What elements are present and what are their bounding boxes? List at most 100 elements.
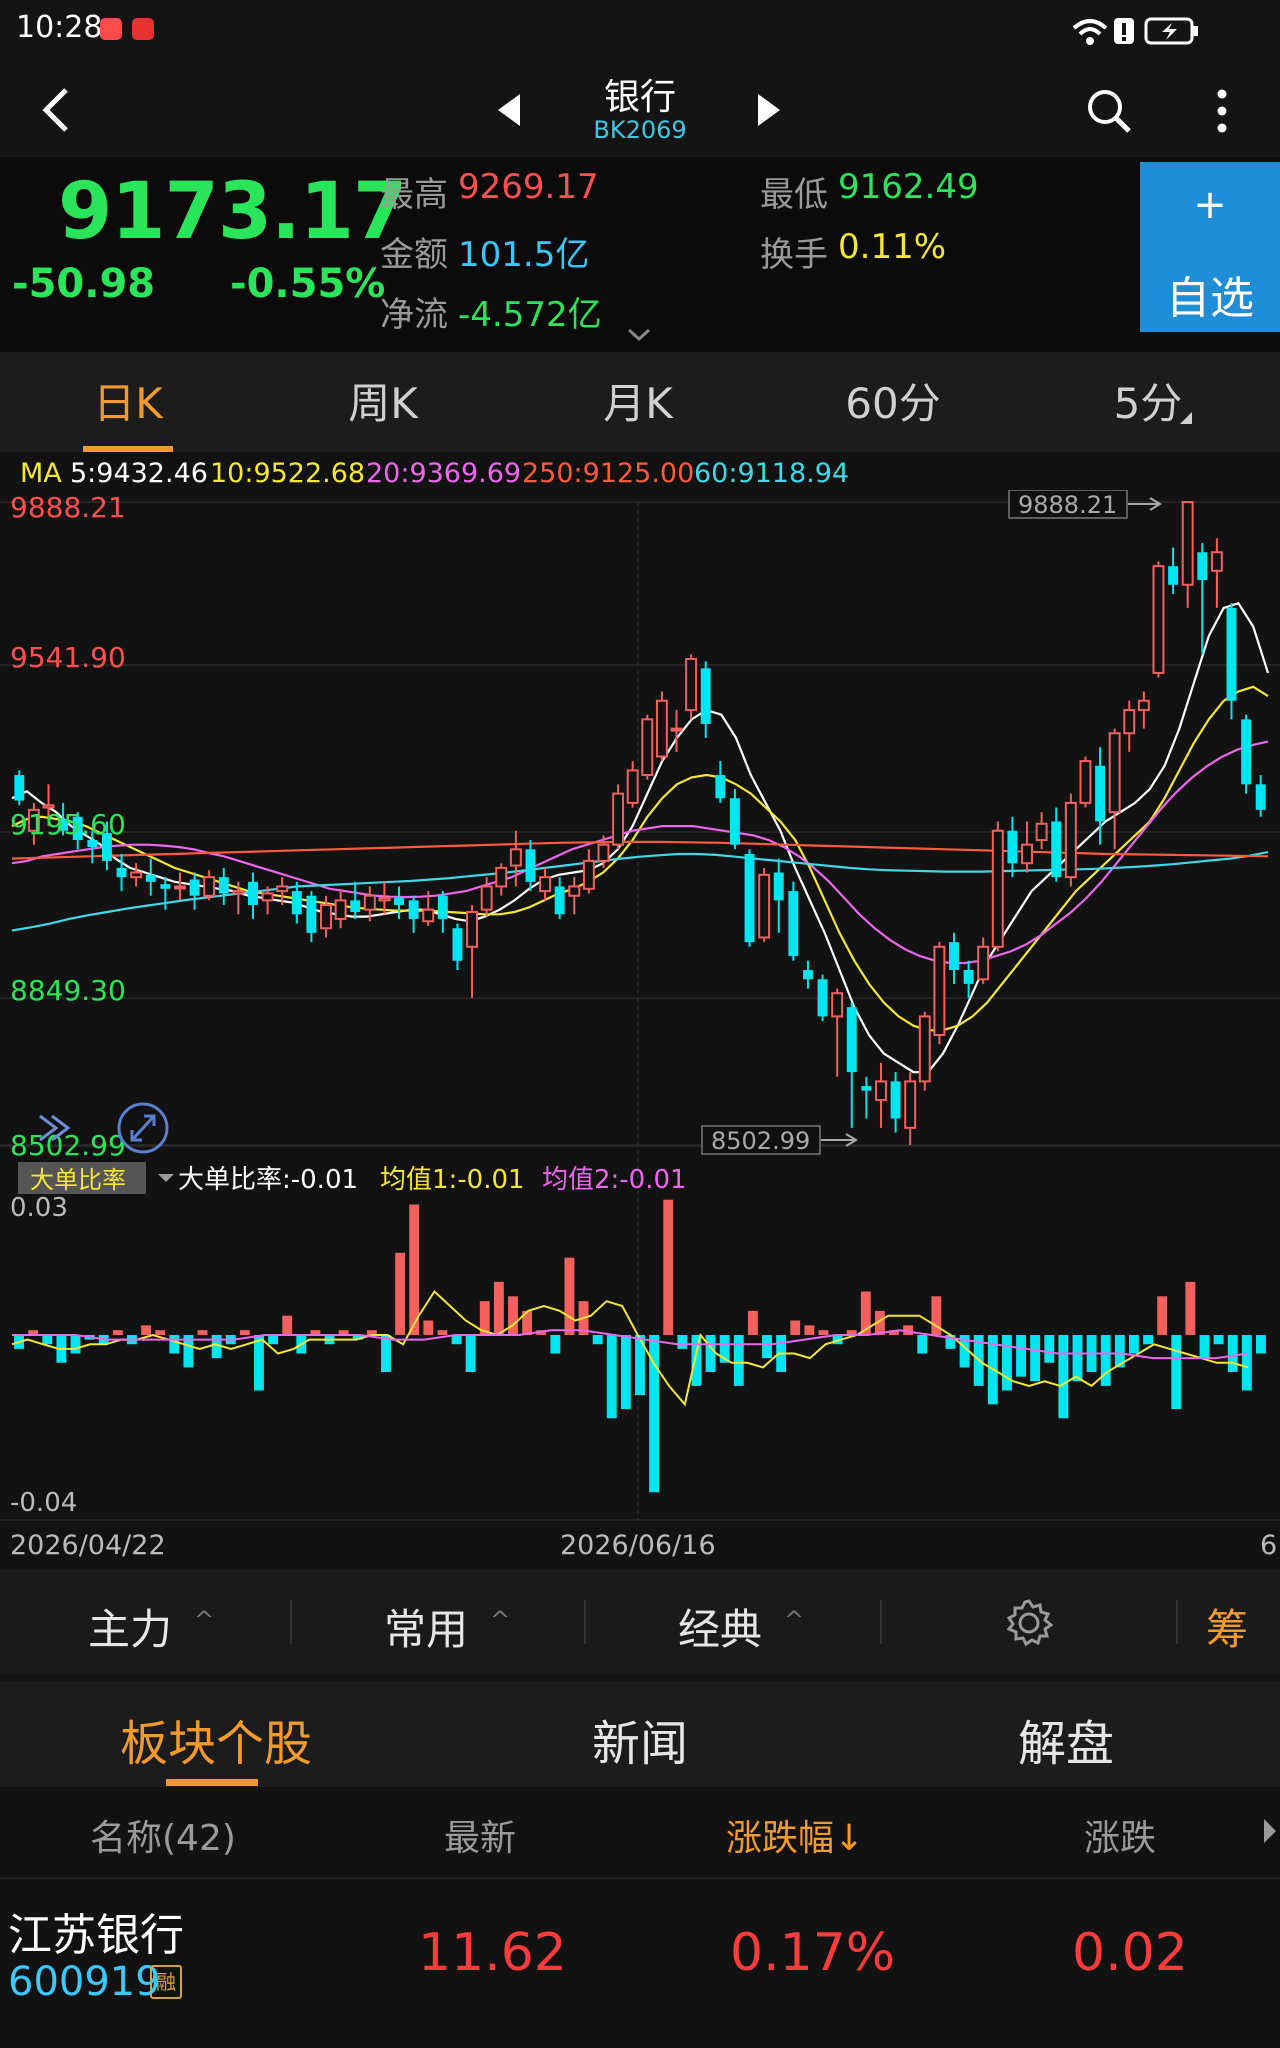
indicator-bar <box>1044 1335 1055 1363</box>
low-marker-arrow-icon <box>821 1133 858 1147</box>
axis-mid-label: 9195.60 <box>10 808 126 841</box>
date-left: 2026/04/22 <box>10 1530 166 1561</box>
col-name[interactable]: 名称(42) <box>90 1809 236 1861</box>
indicator-bar <box>437 1330 448 1335</box>
date-mid: 2026/06/16 <box>560 1530 716 1561</box>
settings-gear-icon[interactable] <box>1004 1598 1054 1648</box>
indicator-bar <box>239 1330 250 1335</box>
indicator-main[interactable]: 主力 <box>88 1596 172 1657</box>
indicator-bars <box>14 1199 1266 1493</box>
table-row[interactable]: 江苏银行 600919 融 11.62 0.17% 0.02 <box>0 1879 1280 2048</box>
divider <box>290 1600 292 1644</box>
indicator-common[interactable]: 常用 <box>384 1596 468 1657</box>
candle-body <box>641 718 654 777</box>
status-time: 10:28 <box>16 10 103 45</box>
tab-5min[interactable]: 5分 <box>1048 370 1248 431</box>
indicator-bar <box>1199 1335 1210 1359</box>
candle-body <box>14 775 25 801</box>
indicator-selector[interactable]: 大单比率 <box>18 1162 174 1194</box>
candle-body <box>918 1015 931 1083</box>
candle-body <box>846 1007 857 1073</box>
chip-distribution-button[interactable]: 筹 <box>1206 1596 1248 1657</box>
candles <box>14 501 1266 1145</box>
ma-legend[interactable]: MA 5:9432.46 10:9522.68 20:9369.69 250:9… <box>0 452 1280 492</box>
candle-body <box>1021 843 1033 865</box>
low-label: 最低 <box>760 175 828 215</box>
candle-body <box>495 866 508 888</box>
indicator-bar <box>282 1315 293 1335</box>
tab-sector-stocks[interactable]: 板块个股 <box>120 1704 312 1774</box>
candle-body <box>1168 566 1179 585</box>
candle-body <box>1108 732 1121 814</box>
candle-body <box>276 885 289 893</box>
stock-latest: 11.62 <box>418 1923 567 1983</box>
candle-body <box>408 900 419 919</box>
amount-value: 101.5亿 <box>458 235 590 275</box>
candle-body <box>977 945 990 981</box>
candle-body <box>817 979 828 1017</box>
indicator-bar <box>762 1335 772 1359</box>
tab-day-k[interactable]: 日K <box>28 370 228 431</box>
wifi-icon <box>1072 19 1108 45</box>
candle-body <box>700 668 711 724</box>
indicator-bar <box>409 1204 420 1335</box>
indicator-bar <box>395 1252 406 1335</box>
candle-body <box>87 840 98 847</box>
more-icon[interactable] <box>1212 86 1232 136</box>
candle-body <box>890 1081 901 1119</box>
candle-body <box>320 904 332 930</box>
candle-body <box>963 969 974 984</box>
back-icon[interactable] <box>38 86 74 134</box>
ma-lines <box>11 601 1270 1074</box>
prev-sector-icon[interactable] <box>494 92 524 128</box>
kline-chart[interactable]: 9888.21 9541.90 9195.60 8849.30 8502.99 … <box>0 490 1280 1570</box>
col-change-pct[interactable]: 涨跌幅↓ <box>726 1809 864 1861</box>
indicator-bar <box>592 1335 603 1345</box>
indicator-classic[interactable]: 经典 <box>678 1596 762 1657</box>
candle-body <box>394 898 404 906</box>
expand-chevron-icon[interactable] <box>626 327 652 343</box>
tab-60min[interactable]: 60分 <box>793 370 993 431</box>
scroll-right-icon[interactable] <box>1262 1817 1278 1845</box>
indicator-bar <box>141 1325 152 1335</box>
classic-caret-icon: ^ <box>784 1606 805 1634</box>
candle-body <box>248 881 258 906</box>
candle-body <box>1255 784 1266 810</box>
divider <box>880 1600 882 1644</box>
notification-icon <box>100 18 122 40</box>
amount-label: 金额 <box>380 235 448 275</box>
candle-body <box>1137 699 1150 712</box>
candle-body <box>729 798 740 845</box>
ind-axis-bottom: -0.04 <box>10 1488 77 1518</box>
col-latest[interactable]: 最新 <box>444 1809 516 1861</box>
indicator-bar <box>733 1335 744 1386</box>
candle-body <box>232 890 245 895</box>
indicator-bar <box>423 1320 434 1335</box>
tab-week-k[interactable]: 周K <box>283 370 483 431</box>
indicator-bar <box>197 1330 208 1335</box>
candle-body <box>261 892 274 902</box>
search-icon[interactable] <box>1084 86 1134 136</box>
tab-month-k[interactable]: 月K <box>538 370 738 431</box>
indicator-bar <box>1213 1335 1224 1345</box>
candle-body <box>744 853 755 943</box>
stock-code: 600919 <box>8 1959 161 2005</box>
candle-body <box>116 867 127 878</box>
next-sector-icon[interactable] <box>754 92 784 128</box>
quote-header: 9173.17 -50.98 -0.55% 最高 9269.17 最低 9162… <box>0 157 1280 352</box>
indicator-bar <box>663 1199 674 1335</box>
tab-analysis[interactable]: 解盘 <box>1018 1704 1114 1774</box>
candle-body <box>480 885 493 911</box>
indicator-dropdown-icon <box>158 1174 174 1182</box>
axis-upper-label: 9541.90 <box>10 641 126 674</box>
add-favorite-button[interactable]: + 自选 <box>1140 162 1280 332</box>
active-tab-underline <box>166 1779 258 1786</box>
tab-news[interactable]: 新闻 <box>592 1704 688 1774</box>
ma20-value: 20:9369.69 <box>366 458 522 489</box>
candle-body <box>670 727 683 732</box>
indicator-bar <box>1143 1335 1153 1345</box>
col-change[interactable]: 涨跌 <box>1084 1809 1156 1861</box>
stock-name: 江苏银行 <box>8 1910 184 1961</box>
candle-body <box>466 910 479 948</box>
axis-bottom-label: 8502.99 <box>10 1129 126 1162</box>
